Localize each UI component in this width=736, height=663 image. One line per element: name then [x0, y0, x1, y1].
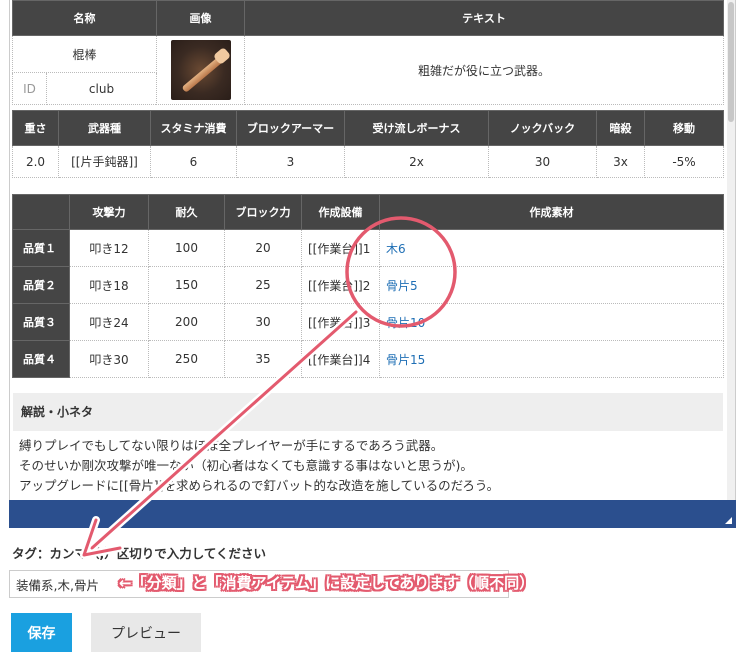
- header-movement: 移動: [644, 110, 724, 146]
- durability-cell: 250: [148, 340, 225, 378]
- header-block-power: ブロック力: [224, 194, 302, 230]
- block-cell: 25: [224, 266, 302, 304]
- block-armor-value: 3: [236, 145, 345, 178]
- header-stamina: スタミナ消費: [150, 110, 237, 146]
- commentary-heading: 解説・小ネタ: [13, 393, 723, 431]
- quality-label: 品質４: [12, 340, 70, 378]
- durability-cell: 100: [148, 229, 225, 267]
- attack-cell: 叩き12: [69, 229, 149, 267]
- station-cell: [[作業台]]3: [301, 303, 380, 341]
- resize-handle-icon[interactable]: [725, 517, 732, 524]
- header-name: 名称: [12, 0, 157, 36]
- item-name: 棍棒: [12, 35, 157, 73]
- quality-label: 品質１: [12, 229, 70, 267]
- block-cell: 30: [224, 303, 302, 341]
- station-cell: [[作業台]]1: [301, 229, 380, 267]
- scrollbar-thumb[interactable]: [728, 2, 734, 122]
- save-button[interactable]: 保存: [11, 613, 72, 652]
- durability-cell: 200: [148, 303, 225, 341]
- parry-bonus-value: 2x: [344, 145, 489, 178]
- header-blank: [12, 194, 70, 230]
- station-cell: [[作業台]]4: [301, 340, 380, 378]
- quality-label: 品質２: [12, 266, 70, 304]
- weight-value: 2.0: [12, 145, 59, 178]
- quality-label: 品質３: [12, 303, 70, 341]
- commentary-line: アップグレードに[[骨片]]を求められるので釘バット的な改造を施しているのだろう…: [19, 478, 500, 493]
- header-attack: 攻撃力: [69, 194, 149, 230]
- material-link[interactable]: 骨片15: [386, 353, 425, 367]
- backstab-value: 3x: [596, 145, 645, 178]
- commentary-body: 縛りプレイでもしてない限りはほぼ全プレイヤーが手にするであろう武器。 そのせいか…: [13, 436, 729, 496]
- commentary-line: そのせいか剛次攻撃が唯一ない（初心者はなくても意識する事はないと思うが)。: [19, 458, 473, 473]
- header-image: 画像: [156, 0, 245, 36]
- id-value: club: [46, 72, 157, 105]
- knockback-value: 30: [488, 145, 597, 178]
- material-link[interactable]: 木6: [386, 242, 406, 256]
- attack-cell: 叩き24: [69, 303, 149, 341]
- material-link[interactable]: 骨片5: [386, 279, 418, 293]
- editor-footer-bar: [9, 500, 736, 528]
- item-info-table: 名称 画像 テキスト 棍棒 粗雑だが役に立つ武器。 ID club: [12, 0, 724, 105]
- header-materials: 作成素材: [379, 194, 724, 230]
- header-block-armor: ブロックアーマー: [236, 110, 345, 146]
- durability-cell: 150: [148, 266, 225, 304]
- block-cell: 20: [224, 229, 302, 267]
- movement-value: -5%: [644, 145, 724, 178]
- header-knockback: ノックバック: [488, 110, 597, 146]
- table-row: 品質２ 叩き18 150 25 [[作業台]]2 骨片5: [12, 266, 724, 304]
- header-durability: 耐久: [148, 194, 225, 230]
- item-stats-table: 重さ 武器種 スタミナ消費 ブロックアーマー 受け流しボーナス ノックバック 暗…: [12, 110, 724, 178]
- block-cell: 35: [224, 340, 302, 378]
- station-cell: [[作業台]]2: [301, 266, 380, 304]
- weapon-type-value: [[片手鈍器]]: [58, 145, 151, 178]
- table-row: 品質４ 叩き30 250 35 [[作業台]]4 骨片15: [12, 340, 724, 378]
- material-link[interactable]: 骨片10: [386, 316, 425, 330]
- header-backstab: 暗殺: [596, 110, 645, 146]
- header-weight: 重さ: [12, 110, 59, 146]
- header-weapon-type: 武器種: [58, 110, 151, 146]
- stamina-value: 6: [150, 145, 237, 178]
- attack-cell: 叩き30: [69, 340, 149, 378]
- item-image-cell: [156, 35, 245, 105]
- preview-button[interactable]: プレビュー: [91, 613, 201, 652]
- club-image: [170, 40, 231, 100]
- scrollbar[interactable]: [727, 0, 735, 500]
- header-text: テキスト: [244, 0, 724, 36]
- item-text: 粗雑だが役に立つ武器。: [244, 35, 724, 105]
- tag-label: タグ：カンマ（,）区切りで入力してください: [12, 546, 266, 561]
- id-label: ID: [12, 72, 47, 105]
- attack-cell: 叩き18: [69, 266, 149, 304]
- commentary-line: 縛りプレイでもしてない限りはほぼ全プレイヤーが手にするであろう武器。: [19, 438, 444, 453]
- table-row: 品質３ 叩き24 200 30 [[作業台]]3 骨片10: [12, 303, 724, 341]
- wiki-preview-frame: 名称 画像 テキスト 棍棒 粗雑だが役に立つ武器。 ID club 重さ 武器種…: [9, 0, 736, 510]
- quality-table: 攻撃力 耐久 ブロック力 作成設備 作成素材 品質１ 叩き12 100 20 […: [12, 194, 724, 378]
- annotation-note: ←「分類」と「消費アイテム」に設定してあります（順不同）: [119, 574, 535, 592]
- table-row: 品質１ 叩き12 100 20 [[作業台]]1 木6: [12, 229, 724, 267]
- header-crafting-station: 作成設備: [301, 194, 380, 230]
- header-parry-bonus: 受け流しボーナス: [344, 110, 489, 146]
